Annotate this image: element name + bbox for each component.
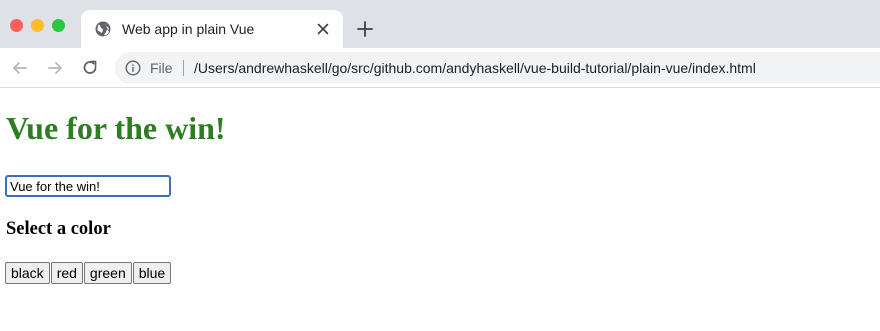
blue-color-button[interactable]: blue xyxy=(132,262,172,284)
info-icon[interactable] xyxy=(125,60,141,76)
tab-title: Web app in plain Vue xyxy=(122,21,255,37)
close-window-button[interactable] xyxy=(10,19,23,32)
page-heading: Vue for the win! xyxy=(6,110,226,146)
black-color-button[interactable]: black xyxy=(5,262,50,284)
tab-strip: Web app in plain Vue xyxy=(0,0,880,48)
back-arrow-icon[interactable] xyxy=(10,58,30,78)
scheme-label: File xyxy=(150,60,173,76)
color-button-group: black red green blue xyxy=(5,262,172,284)
page-content: Vue for the win! Select a color black re… xyxy=(0,89,880,331)
url-text[interactable]: /Users/andrewhaskell/go/src/github.com/a… xyxy=(194,60,756,76)
close-tab-icon[interactable] xyxy=(315,21,331,37)
globe-icon xyxy=(95,21,111,37)
new-tab-icon[interactable] xyxy=(356,20,374,38)
forward-arrow-icon[interactable] xyxy=(45,58,65,78)
message-input[interactable] xyxy=(5,175,171,197)
zoom-window-button[interactable] xyxy=(52,19,65,32)
minimize-window-button[interactable] xyxy=(31,19,44,32)
browser-toolbar: File /Users/andrewhaskell/go/src/github.… xyxy=(0,48,880,88)
red-color-button[interactable]: red xyxy=(50,262,83,284)
reload-icon[interactable] xyxy=(80,58,100,78)
address-divider xyxy=(183,60,184,76)
browser-tab[interactable]: Web app in plain Vue xyxy=(81,10,343,48)
address-bar[interactable]: File /Users/andrewhaskell/go/src/github.… xyxy=(115,52,880,84)
section-heading: Select a color xyxy=(6,219,111,239)
green-color-button[interactable]: green xyxy=(83,262,132,284)
